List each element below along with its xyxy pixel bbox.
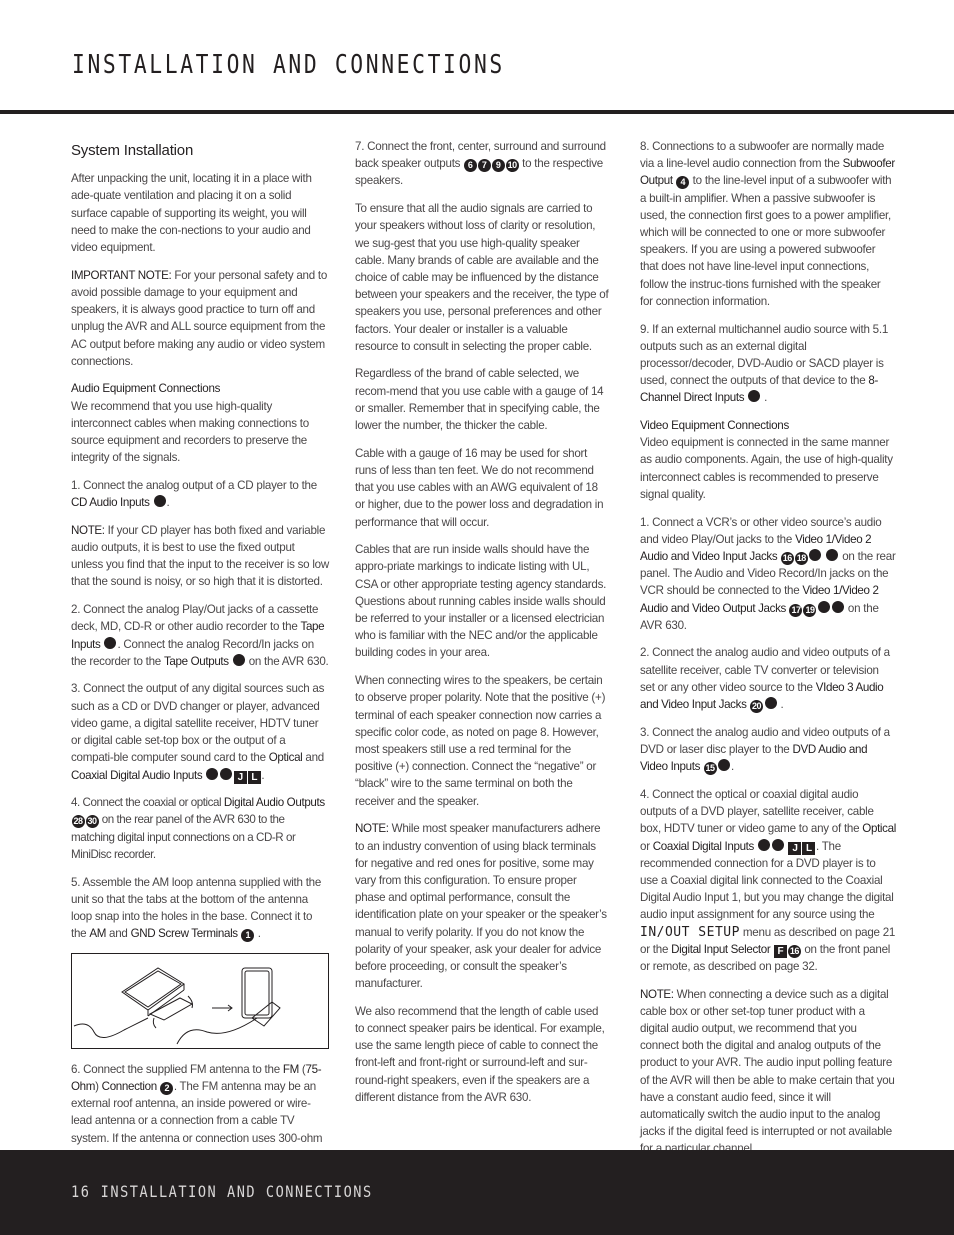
important-note: IMPORTANT NOTE: For your personal safety… bbox=[71, 268, 328, 368]
subheading-audio-equipment: Audio Equipment Connections bbox=[71, 382, 221, 396]
callout-6-icon: 6 bbox=[463, 159, 477, 173]
paragraph-in-wall: Cables that are run inside walls should … bbox=[355, 543, 607, 660]
video-step-2: 2. Connect the analog audio and video ou… bbox=[640, 646, 890, 714]
callout-dot-icon bbox=[718, 759, 731, 772]
video-connections-section: Video Equipment Connections Video equipm… bbox=[640, 417, 896, 503]
callout-16-icon: 16 bbox=[780, 551, 794, 565]
callout-10-icon: 10 bbox=[505, 159, 519, 173]
step-4: 4. Connect the coaxial or optical Digita… bbox=[71, 796, 325, 861]
intro-paragraph: After unpacking the unit, locating it in… bbox=[71, 172, 312, 255]
callout-4-icon: 4 bbox=[676, 176, 690, 190]
callout-l-icon: L bbox=[247, 770, 261, 784]
paragraph-polarity: When connecting wires to the speakers, b… bbox=[355, 674, 606, 808]
callout-dot-icon bbox=[153, 495, 166, 508]
callout-dot-icon bbox=[757, 838, 770, 851]
callout-dot-icon bbox=[764, 697, 777, 710]
column-3: 8. Connections to a subwoofer are normal… bbox=[640, 138, 896, 1168]
callout-j-icon: J bbox=[788, 841, 802, 855]
callout-1-icon: 1 bbox=[241, 929, 255, 943]
step-9: 9. If an external multichannel audio sou… bbox=[640, 322, 889, 405]
column-2: 7. Connect the front, center, surround a… bbox=[355, 138, 609, 1117]
note-digital-cable: NOTE: When connecting a device such as a… bbox=[640, 987, 895, 1156]
callout-2-icon: 2 bbox=[160, 1082, 174, 1096]
audio-connections-section: Audio Equipment Connections We recommend… bbox=[71, 380, 329, 466]
paragraph-cable-length: We also recommend that the length of cab… bbox=[355, 1004, 605, 1104]
callout-9-icon: 9 bbox=[491, 159, 505, 173]
step-1: 1. Connect the analog output of a CD pla… bbox=[71, 478, 317, 510]
callout-18-icon: 18 bbox=[794, 551, 808, 565]
note-polarity: NOTE: While most speaker manufacturers a… bbox=[355, 822, 607, 991]
header-rule bbox=[0, 110, 954, 114]
note-cd: NOTE: If your CD player has both fixed a… bbox=[71, 523, 329, 589]
callout-19-icon: 19 bbox=[803, 603, 817, 617]
callout-j-icon: J bbox=[233, 770, 247, 784]
callout-30-icon: 30 bbox=[85, 815, 99, 829]
am-antenna-figure bbox=[71, 952, 329, 1049]
paragraph-gauge-14: Regardless of the brand of cable selecte… bbox=[355, 367, 604, 433]
callout-28-icon: 28 bbox=[71, 815, 85, 829]
step-2: 2. Connect the analog Play/Out jacks of … bbox=[71, 603, 329, 668]
footer-text: 16 INSTALLATION AND CONNECTIONS bbox=[71, 1182, 383, 1201]
callout-f-icon: F bbox=[773, 944, 787, 958]
subheading-video-equipment: Video Equipment Connections bbox=[640, 419, 790, 433]
am-loop-antenna-icon bbox=[73, 967, 281, 1045]
page-footer: 16 INSTALLATION AND CONNECTIONS bbox=[0, 1150, 954, 1235]
footer-section-title: INSTALLATION AND CONNECTIONS bbox=[100, 1182, 373, 1201]
callout-dot-icon bbox=[206, 767, 219, 780]
section-heading-system-installation: System Installation bbox=[71, 142, 194, 159]
callout-dot-icon bbox=[748, 390, 761, 403]
callout-dot-icon bbox=[831, 600, 844, 613]
step-8: 8. Connections to a subwoofer are normal… bbox=[640, 140, 895, 308]
step-5: 5. Assemble the AM loop antenna supplied… bbox=[71, 875, 322, 943]
step-7: 7. Connect the front, center, surround a… bbox=[355, 140, 606, 188]
callout-l-icon: L bbox=[802, 841, 816, 855]
callout-17-icon: 17 bbox=[789, 603, 803, 617]
page-number: 16 bbox=[71, 1182, 91, 1201]
callout-dot-icon bbox=[826, 548, 839, 561]
callout-dot-icon bbox=[232, 653, 245, 666]
callout-15-icon: 15 bbox=[703, 762, 717, 776]
step-3: 3. Connect the output of any digital sou… bbox=[71, 682, 325, 784]
video-step-3: 3. Connect the analog audio and video ou… bbox=[640, 725, 890, 776]
callout-16-icon: 16 bbox=[787, 944, 801, 958]
paragraph-gauge-16: Cable with a gauge of 16 may be used for… bbox=[355, 446, 604, 529]
in-out-setup-menu-label: IN/OUT SETUP bbox=[640, 924, 740, 940]
column-1: System Installation After unpacking the … bbox=[71, 138, 329, 1192]
important-note-label: IMPORTANT NOTE: bbox=[71, 268, 172, 282]
callout-dot-icon bbox=[771, 838, 784, 851]
page-title: INSTALLATION AND CONNECTIONS bbox=[72, 50, 505, 80]
callout-dot-icon bbox=[809, 548, 822, 561]
paragraph-speaker-cable: To ensure that all the audio signals are… bbox=[355, 202, 609, 353]
callout-7-icon: 7 bbox=[477, 159, 491, 173]
callout-dot-icon bbox=[104, 636, 117, 649]
callout-dot-icon bbox=[220, 767, 233, 780]
video-step-1: 1. Connect a VCR’s or other video source… bbox=[640, 515, 896, 632]
callout-20-icon: 20 bbox=[750, 700, 764, 714]
callout-dot-icon bbox=[817, 600, 830, 613]
video-step-4: 4. Connect the optical or coaxial digita… bbox=[640, 787, 896, 973]
